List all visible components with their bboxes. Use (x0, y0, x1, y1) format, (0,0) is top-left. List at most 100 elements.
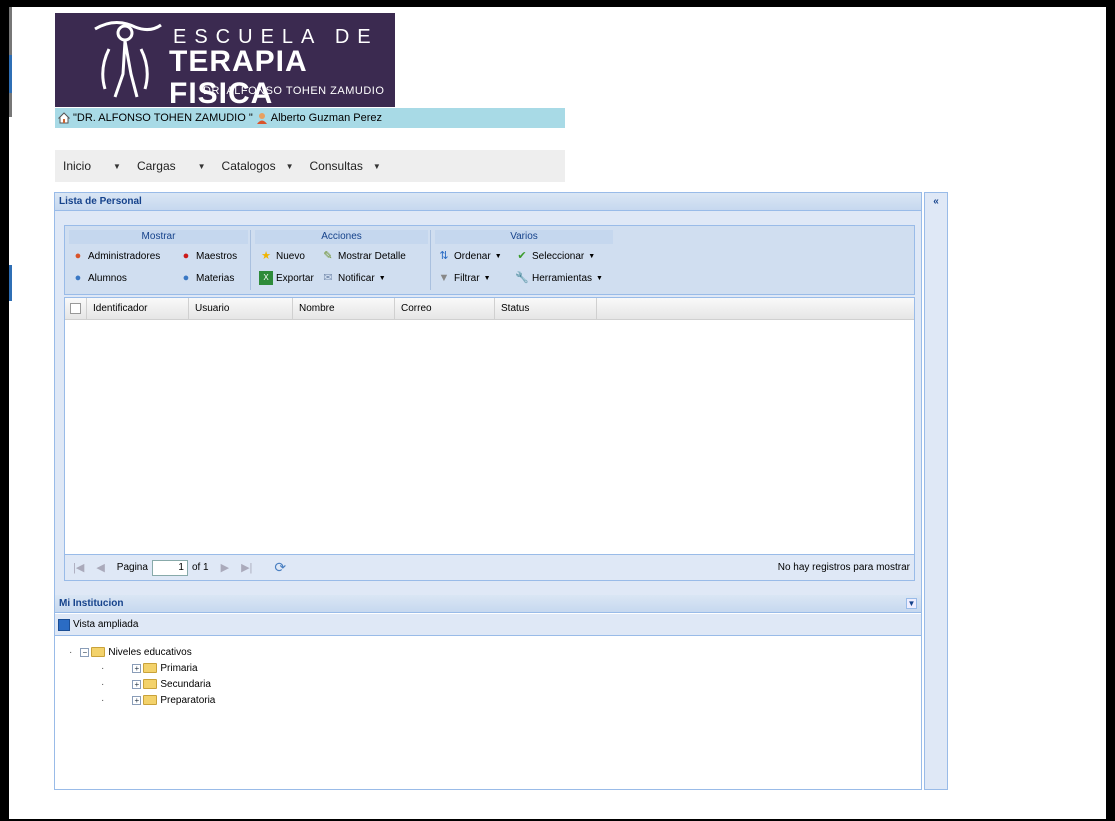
button-label: Materias (196, 272, 235, 284)
main-menu-bar: Inicio ▼ Cargas ▼ Catalogos ▼ Consultas … (55, 150, 565, 182)
institution-panel-title: Mi Institucion (55, 595, 921, 613)
next-page-icon[interactable]: ▶ (221, 561, 229, 574)
folder-icon (143, 679, 158, 689)
materias-button[interactable]: ● Materias (179, 270, 235, 286)
logo-figure-icon (94, 21, 162, 98)
button-label: Nuevo (276, 250, 305, 262)
exportar-button[interactable]: X Exportar (259, 270, 314, 286)
button-label: Exportar (276, 272, 314, 284)
menu-label: Cargas (136, 159, 176, 173)
tree-node-primaria[interactable]: · + Primaria (101, 661, 198, 675)
column-status[interactable]: Status (495, 298, 597, 320)
left-edge-mark (9, 265, 12, 301)
filtrar-button[interactable]: ▼ Filtrar ▼ (437, 270, 491, 286)
wrench-icon: 🔧 (515, 272, 529, 284)
menu-cargas[interactable]: Cargas ▼ (137, 159, 206, 173)
browser-viewport: ESCUELA DE TERAPIA FISICA DR. ALFONSO TO… (9, 7, 1106, 819)
refresh-icon[interactable]: ⟳ (274, 559, 286, 576)
menu-label: Inicio (63, 159, 92, 173)
grid-pager: |◀ ◀ Pagina of 1 ▶ ▶| ⟳ No hay registros… (64, 555, 915, 581)
mostrar-detalle-button[interactable]: ✎ Mostrar Detalle (321, 248, 405, 264)
expand-node-icon[interactable]: + (132, 663, 142, 673)
grid-header: Identificador Usuario Nombre Correo Stat… (65, 298, 914, 320)
logo-line-1: ESCUELA DE (173, 26, 379, 48)
menu-catalogos[interactable]: Catalogos ▼ (222, 159, 294, 173)
menu-label: Consultas (309, 159, 363, 173)
page-number-input[interactable] (151, 559, 188, 576)
alumnos-button[interactable]: ● Alumnos (71, 270, 127, 286)
column-usuario[interactable]: Usuario (189, 298, 293, 320)
folder-icon (143, 663, 158, 673)
menu-inicio[interactable]: Inicio ▼ (63, 159, 121, 173)
expand-node-icon[interactable]: + (132, 679, 142, 689)
button-label: Maestros (196, 250, 238, 262)
group-title: Acciones (255, 230, 428, 244)
ordenar-button[interactable]: ⇅ Ordenar ▼ (437, 248, 501, 264)
page-of-label: of 1 (191, 562, 209, 573)
expand-panel-icon[interactable]: « (929, 196, 943, 208)
school-name: "DR. ALFONSO TOHEN ZAMUDIO " (73, 112, 253, 124)
group-acciones: Acciones ★ Nuevo ✎ Mostrar Detalle X Exp… (253, 230, 431, 290)
window-icon (58, 618, 70, 631)
tree-line: · (69, 646, 73, 658)
tree-node-root[interactable]: · − Niveles educativos (69, 645, 192, 659)
tree-label: Secundaria (160, 678, 211, 690)
student-icon: ● (74, 272, 82, 284)
sort-icon: ⇅ (439, 250, 449, 262)
admin-user-icon: ● (74, 250, 82, 262)
column-correo[interactable]: Correo (395, 298, 495, 320)
home-icon[interactable] (58, 112, 70, 124)
maestros-button[interactable]: ● Maestros (179, 248, 237, 264)
prev-page-icon[interactable]: ◀ (96, 561, 104, 574)
column-identificador[interactable]: Identificador (87, 298, 189, 320)
column-nombre[interactable]: Nombre (293, 298, 395, 320)
filter-icon: ▼ (438, 272, 450, 284)
personal-panel: Lista de Personal Mostrar ● Administrado… (54, 192, 922, 790)
seleccionar-button[interactable]: ✔ Seleccionar ▼ (515, 248, 595, 264)
left-edge-mark (9, 55, 12, 93)
administradores-button[interactable]: ● Administradores (71, 248, 161, 264)
button-label: Ordenar (454, 250, 491, 262)
chevron-down-icon: ▼ (285, 161, 294, 171)
institution-toolbar: Vista ampliada (55, 614, 921, 636)
folder-icon (91, 647, 106, 657)
select-all-checkbox[interactable] (65, 298, 87, 320)
button-label: Notificar (338, 272, 375, 284)
first-page-icon[interactable]: |◀ (73, 561, 84, 574)
button-label: Herramientas (532, 272, 593, 284)
chevron-down-icon: ▼ (372, 161, 381, 171)
tree-line: · (101, 662, 105, 674)
button-label: Administradores (88, 250, 161, 262)
school-logo: ESCUELA DE TERAPIA FISICA DR. ALFONSO TO… (55, 13, 395, 110)
notificar-button[interactable]: ✉ Notificar ▼ (321, 270, 385, 286)
logo-line-2: TERAPIA FISICA (169, 45, 307, 110)
button-label: Alumnos (88, 272, 127, 284)
tree-node-secundaria[interactable]: · + Secundaria (101, 677, 211, 691)
nuevo-button[interactable]: ★ Nuevo (259, 248, 305, 264)
personal-grid: Identificador Usuario Nombre Correo Stat… (64, 297, 915, 555)
last-page-icon[interactable]: ▶| (241, 561, 252, 574)
menu-consultas[interactable]: Consultas ▼ (310, 159, 381, 173)
apple-icon: ● (182, 250, 190, 262)
logo-line-3: DR. ALFONSO TOHEN ZAMUDIO (203, 85, 385, 97)
herramientas-button[interactable]: 🔧 Herramientas ▼ (515, 270, 603, 286)
institution-panel: Mi Institucion ▼ Vista ampliada · − Nive… (55, 595, 921, 789)
page-label: Pagina (116, 562, 148, 573)
vista-ampliada-button[interactable]: Vista ampliada (73, 619, 138, 630)
edit-icon: ✎ (323, 250, 333, 262)
tree-label: Preparatoria (160, 694, 216, 706)
chevron-down-icon: ▼ (596, 274, 603, 282)
checkmark-icon: ✔ (517, 250, 527, 262)
tree-label: Niveles educativos (108, 646, 192, 658)
group-varios: Varios ⇅ Ordenar ▼ ✔ Seleccionar ▼ ▼ Fil… (433, 230, 615, 290)
subject-user-icon: ● (182, 272, 190, 284)
expand-node-icon[interactable]: + (132, 695, 142, 705)
chevron-down-icon: ▼ (588, 252, 596, 260)
tree-node-preparatoria[interactable]: · + Preparatoria (101, 693, 215, 707)
pager-message: No hay registros para mostrar (777, 562, 910, 573)
institution-user-bar: "DR. ALFONSO TOHEN ZAMUDIO " Alberto Guz… (55, 108, 565, 128)
chevron-down-icon: ▼ (483, 274, 491, 282)
chevron-down-icon: ▼ (113, 161, 121, 171)
collapse-node-icon[interactable]: − (80, 647, 90, 657)
collapse-icon[interactable]: ▼ (906, 598, 917, 609)
